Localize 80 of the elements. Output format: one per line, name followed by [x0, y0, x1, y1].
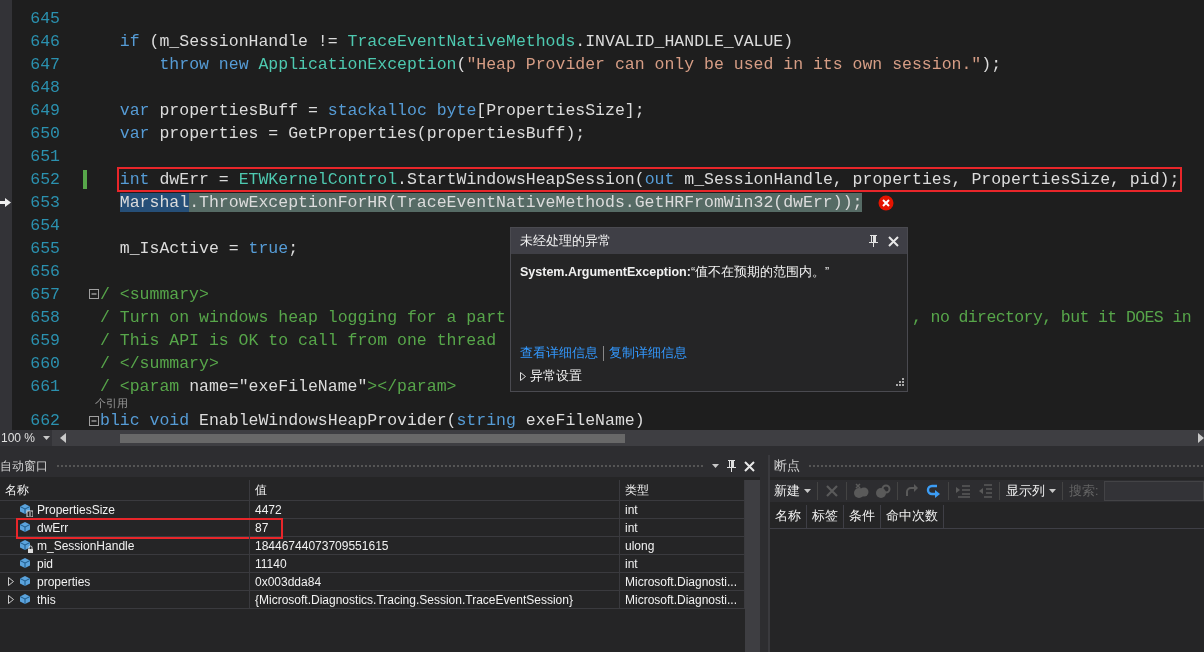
- scroll-left-icon[interactable]: [60, 433, 66, 443]
- line-number: 647: [29, 55, 60, 74]
- variable-value: 87: [250, 519, 620, 536]
- collapse-icon[interactable]: [89, 289, 99, 299]
- panel-title: 自动窗口: [0, 457, 48, 475]
- curved-arrow-icon[interactable]: [926, 483, 942, 499]
- variable-name: dwErr: [37, 520, 69, 535]
- code-line: m_IsActive = true;: [119, 239, 299, 258]
- expand-icon[interactable]: [520, 372, 526, 381]
- line-number: 648: [29, 78, 60, 97]
- variable-value: {Microsoft.Diagnostics.Tracing.Session.TraceEventSession}: [250, 591, 620, 608]
- line-number: 645: [29, 9, 60, 28]
- variable-value: 4472: [250, 501, 620, 518]
- caret-icon: [43, 436, 51, 440]
- column-header[interactable]: 命中次数: [881, 505, 944, 528]
- code-line: var properties = GetProperties(propertiesBuff);: [119, 124, 586, 143]
- caret-icon[interactable]: [712, 464, 719, 468]
- line-number: 655: [29, 239, 60, 258]
- line-number: 650: [29, 124, 60, 143]
- caret-icon: [804, 489, 811, 493]
- variable-name: PropertiesSize: [37, 502, 116, 517]
- pin-icon[interactable]: [869, 235, 878, 247]
- line-number: 659: [29, 331, 60, 350]
- close-icon[interactable]: [888, 235, 899, 247]
- variable-name: properties: [37, 574, 91, 589]
- search-label: 搜索:: [1069, 482, 1099, 500]
- line-number: 657: [29, 285, 60, 304]
- toolbar-dropdown[interactable]: 新建: [774, 482, 811, 500]
- toolbar-dropdown[interactable]: 显示列: [1006, 482, 1056, 500]
- variable-value: 11140: [250, 555, 620, 572]
- line-number: 651: [29, 147, 60, 166]
- variable-name: pid: [37, 556, 53, 571]
- variable-value: 18446744073709551615: [250, 537, 620, 554]
- caret-icon: [1049, 489, 1056, 493]
- zoom-dropdown[interactable]: 100 %: [0, 430, 52, 446]
- resize-grip-icon[interactable]: [894, 378, 904, 388]
- vertical-scrollbar[interactable]: [745, 480, 760, 652]
- code-line: / </summary>: [100, 354, 219, 373]
- scroll-right-icon[interactable]: [1198, 433, 1204, 443]
- exception-message: System.ArgumentException:“值不在预期的范围内。”: [520, 264, 831, 281]
- popup-title: 未经处理的异常: [520, 232, 612, 250]
- reference-count[interactable]: 个引用: [95, 398, 128, 410]
- code-line: if (m_SessionHandle != TraceEventNativeMethods.INVALID_HANDLE_VALUE): [119, 32, 794, 51]
- column-header[interactable]: 条件: [844, 505, 881, 528]
- code-line: / <summary>: [100, 285, 209, 304]
- panel-title: 断点: [774, 457, 800, 475]
- line-number: 649: [29, 101, 60, 120]
- code-line: throw new ApplicationException("Heap Provider can only be used in its own session.");: [159, 55, 1002, 74]
- expand-icon[interactable]: [8, 595, 14, 604]
- line-number: 661: [29, 377, 60, 396]
- code-line: var propertiesBuff = stackalloc byte[PropertiesSize];: [119, 101, 645, 120]
- variable-name: this: [37, 592, 56, 607]
- variable-value: 0x003dda84: [250, 573, 620, 590]
- settings-expander[interactable]: 异常设置: [530, 368, 582, 385]
- expand-icon[interactable]: [8, 577, 14, 586]
- collapse-icon[interactable]: [89, 416, 99, 426]
- line-number: 660: [29, 354, 60, 373]
- code-line: int dwErr = ETWKernelControl.StartWindowsHeapSession(out m_SessionHandle, properties, PropertiesSize, pid);: [119, 170, 1180, 189]
- close-icon[interactable]: [744, 460, 755, 472]
- column-header[interactable]: 标签: [807, 505, 844, 528]
- line-number: 656: [29, 262, 60, 281]
- line-number: 662: [29, 410, 60, 430]
- code-line: / <param name="exeFileName"></param>: [100, 377, 457, 396]
- line-number: 652: [29, 170, 60, 189]
- error-icon: [878, 194, 895, 211]
- code-line: / Turn on windows heap logging for a part: [100, 308, 506, 327]
- line-number: 653: [29, 193, 60, 212]
- code-line: , no directory, but it DOES in: [912, 308, 1192, 327]
- column-header[interactable]: 名称: [0, 480, 250, 500]
- code-line: blic void EnableWindowsHeapProvider(string exeFileName): [100, 410, 645, 430]
- variable-name: m_SessionHandle: [37, 538, 135, 553]
- detail-link[interactable]: 复制详细信息: [609, 345, 687, 362]
- column-header[interactable]: 值: [250, 480, 620, 500]
- line-number: 658: [29, 308, 60, 327]
- detail-link[interactable]: 查看详细信息: [520, 345, 598, 362]
- pin-icon[interactable]: [727, 460, 736, 472]
- line-number: 646: [29, 32, 60, 51]
- column-header[interactable]: 名称: [770, 505, 807, 528]
- line-number: 654: [29, 216, 60, 235]
- code-line: / This API is OK to call from one thread: [100, 331, 497, 350]
